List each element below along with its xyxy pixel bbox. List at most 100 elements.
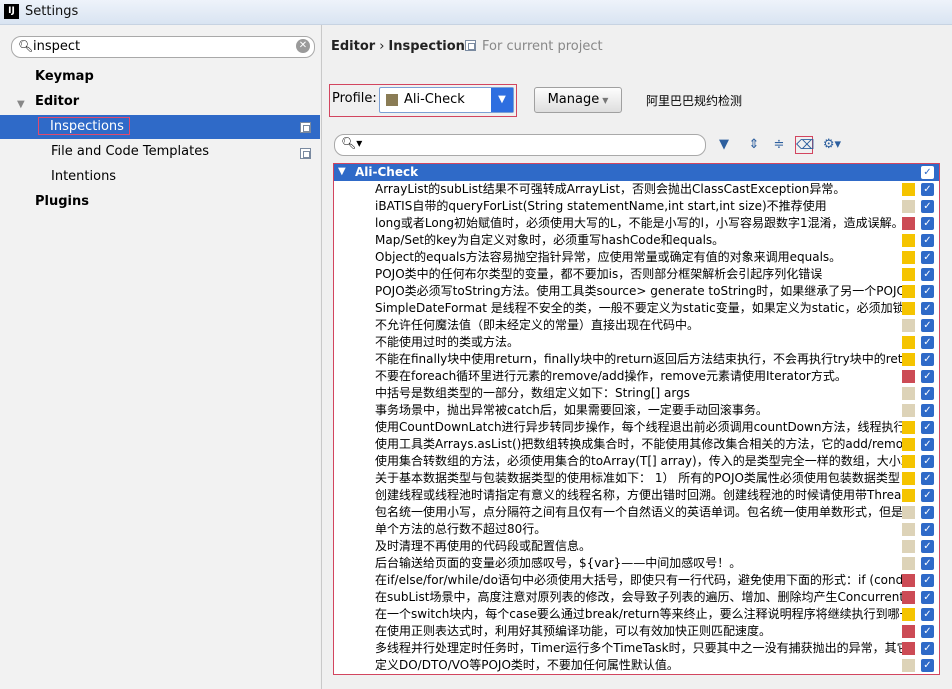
inspection-enabled-checkbox[interactable]: ✓ [921,659,934,672]
inspection-row[interactable]: 多线程并行处理定时任务时，Timer运行多个TimeTask时，只要其中之一没有… [334,640,939,657]
sidebar-item-plugins[interactable]: Plugins [35,191,89,213]
inspection-row[interactable]: POJO类必须写toString方法。使用工具类source> generate… [334,283,939,300]
clear-search-icon[interactable]: ✕ [296,39,310,53]
profile-value: Ali-Check [404,92,465,107]
inspection-row[interactable]: 不能在finally块中使用return，finally块中的return返回后… [334,351,939,368]
sidebar-item-inspections[interactable]: Inspections [0,115,320,139]
inspection-row[interactable]: 不要在foreach循环里进行元素的remove/add操作，remove元素请… [334,368,939,385]
chevron-down-icon[interactable]: ▼ [491,88,513,112]
inspection-enabled-checkbox[interactable]: ✓ [921,404,934,417]
inspection-row[interactable]: 不能使用过时的类或方法。 ✓ [334,334,939,351]
severity-indicator [902,251,915,264]
inspection-row[interactable]: 在subList场景中，高度注意对原列表的修改，会导致子列表的遍历、增加、删除均… [334,589,939,606]
profile-select[interactable]: Ali-Check ▼ [379,87,514,113]
inspection-row[interactable]: 创建线程或线程池时请指定有意义的线程名称，方便出错时回溯。创建线程池的时候请使用… [334,487,939,504]
inspection-enabled-checkbox[interactable]: ✓ [921,523,934,536]
inspection-row-label: 及时清理不再使用的代码段或配置信息。 [375,539,592,553]
inspection-enabled-checkbox[interactable]: ✓ [921,608,934,621]
inspection-row[interactable]: 包名统一使用小写，点分隔符之间有且仅有一个自然语义的英语单词。包名统一使用单数形… [334,504,939,521]
inspection-enabled-checkbox[interactable]: ✓ [921,421,934,434]
inspection-row[interactable]: 在一个switch块内，每个case要么通过break/return等来终止，要… [334,606,939,623]
inspection-enabled-checkbox[interactable]: ✓ [921,234,934,247]
inspection-enabled-checkbox[interactable]: ✓ [921,387,934,400]
inspection-row[interactable]: 后台输送给页面的变量必须加感叹号，${var}——中间加感叹号！。 ✓ [334,555,939,572]
inspection-enabled-checkbox[interactable]: ✓ [921,591,934,604]
severity-indicator [902,302,915,315]
severity-indicator [902,421,915,434]
inspection-enabled-checkbox[interactable]: ✓ [921,217,934,230]
inspection-row[interactable]: POJO类中的任何布尔类型的变量，都不要加is，否则部分框架解析会引起序列化错误… [334,266,939,283]
inspection-row[interactable]: 单个方法的总行数不超过80行。 ✓ [334,521,939,538]
collapse-all-icon[interactable]: ≑ [770,136,788,154]
expand-all-icon[interactable]: ⇕ [745,136,763,154]
inspection-enabled-checkbox[interactable]: ✓ [921,353,934,366]
inspection-row[interactable]: 关于基本数据类型与包装数据类型的使用标准如下： 1） 所有的POJO类属性必须使… [334,470,939,487]
inspection-row[interactable]: SimpleDateFormat 是线程不安全的类，一般不要定义为static变… [334,300,939,317]
inspection-row[interactable]: iBATIS自带的queryForList(String statementNa… [334,198,939,215]
severity-indicator [902,557,915,570]
inspection-enabled-checkbox[interactable]: ✓ [921,200,934,213]
inspection-row[interactable]: 事务场景中，抛出异常被catch后，如果需要回滚，一定要手动回滚事务。 ✓ [334,402,939,419]
inspection-row[interactable]: 在if/else/for/while/do语句中必须使用大括号，即使只有一行代码… [334,572,939,589]
inspection-row[interactable]: 不允许任何魔法值（即未经定义的常量）直接出现在代码中。 ✓ [334,317,939,334]
inspection-row[interactable]: 使用工具类Arrays.asList()把数组转换成集合时，不能使用其修改集合相… [334,436,939,453]
inspection-row[interactable]: 使用集合转数组的方法，必须使用集合的toArray(T[] array)，传入的… [334,453,939,470]
collapse-triangle-icon[interactable]: ▼ [338,166,346,177]
inspection-row[interactable]: 及时清理不再使用的代码段或配置信息。 ✓ [334,538,939,555]
inspection-row[interactable]: ArrayList的subList结果不可强转成ArrayList，否则会抛出C… [334,181,939,198]
inspection-enabled-checkbox[interactable]: ✓ [921,302,934,315]
inspection-row[interactable]: 定义DO/DTO/VO等POJO类时，不要加任何属性默认值。 ✓ [334,657,939,674]
severity-indicator [902,472,915,485]
severity-indicator [902,234,915,247]
inspection-enabled-checkbox[interactable]: ✓ [921,285,934,298]
sidebar-item-intentions[interactable]: Intentions [51,166,116,188]
group-enabled-checkbox[interactable]: ✓ [921,166,934,179]
profile-icon [386,94,398,106]
inspection-enabled-checkbox[interactable]: ✓ [921,540,934,553]
manage-button[interactable]: Manage ▼ [534,87,622,113]
inspection-row-label: long或者Long初始赋值时，必须使用大写的L，不能是小写的l，小写容易跟数字… [375,216,902,230]
inspection-row[interactable]: 在使用正则表达式时，利用好其预编译功能，可以有效加快正则匹配速度。 ✓ [334,623,939,640]
inspection-enabled-checkbox[interactable]: ✓ [921,557,934,570]
inspection-enabled-checkbox[interactable]: ✓ [921,319,934,332]
severity-indicator [902,625,915,638]
inspection-filter-input[interactable]: 🔍︎▾ [334,134,706,156]
inspections-tree[interactable]: ▼ Ali-Check ✓ ArrayList的subList结果不可强转成Ar… [333,163,940,675]
inspection-row-label: 单个方法的总行数不超过80行。 [375,522,547,536]
inspection-enabled-checkbox[interactable]: ✓ [921,642,934,655]
inspection-row[interactable]: 中括号是数组类型的一部分，数组定义如下：String[] args ✓ [334,385,939,402]
breadcrumb-parent[interactable]: Editor [331,39,375,54]
inspection-row[interactable]: Object的equals方法容易抛空指针异常，应使用常量或确定有值的对象来调用… [334,249,939,266]
inspection-group-row[interactable]: ▼ Ali-Check ✓ [334,164,939,181]
sidebar-item-keymap[interactable]: Keymap [35,66,94,88]
inspection-enabled-checkbox[interactable]: ✓ [921,336,934,349]
gear-icon[interactable]: ⚙▾ [819,136,845,154]
inspection-enabled-checkbox[interactable]: ✓ [921,183,934,196]
settings-search-input[interactable]: 🔍︎ inspect ✕ [11,36,315,58]
inspection-row-label: POJO类必须写toString方法。使用工具类source> generate… [375,284,902,298]
inspection-enabled-checkbox[interactable]: ✓ [921,370,934,383]
sidebar-item-file-templates[interactable]: File and Code Templates [51,141,209,163]
inspection-row-label: 不要在foreach循环里进行元素的remove/add操作，remove元素请… [375,369,847,383]
filter-icon[interactable]: ▼ [715,136,733,154]
inspection-enabled-checkbox[interactable]: ✓ [921,268,934,281]
inspection-row[interactable]: 使用CountDownLatch进行异步转同步操作，每个线程退出前必须调用cou… [334,419,939,436]
inspection-enabled-checkbox[interactable]: ✓ [921,625,934,638]
inspection-enabled-checkbox[interactable]: ✓ [921,455,934,468]
inspection-row[interactable]: Map/Set的key为自定义对象时，必须重写hashCode和equals。 ✓ [334,232,939,249]
sidebar-item-editor[interactable]: Editor [35,91,79,113]
inspection-row-label: 在if/else/for/while/do语句中必须使用大括号，即使只有一行代码… [375,573,902,587]
reset-to-default-icon[interactable]: ⌫ [795,136,814,154]
search-value[interactable]: inspect [33,39,80,54]
inspection-enabled-checkbox[interactable]: ✓ [921,574,934,587]
inspection-row[interactable]: long或者Long初始赋值时，必须使用大写的L，不能是小写的l，小写容易跟数字… [334,215,939,232]
inspection-enabled-checkbox[interactable]: ✓ [921,438,934,451]
inspection-row-label: 在subList场景中，高度注意对原列表的修改，会导致子列表的遍历、增加、删除均… [375,590,902,604]
inspection-enabled-checkbox[interactable]: ✓ [921,251,934,264]
expand-triangle-icon[interactable]: ▼ [17,99,25,110]
severity-indicator [902,387,915,400]
inspection-enabled-checkbox[interactable]: ✓ [921,506,934,519]
inspection-enabled-checkbox[interactable]: ✓ [921,472,934,485]
inspection-enabled-checkbox[interactable]: ✓ [921,489,934,502]
dropdown-arrow-icon: ▼ [602,96,609,105]
